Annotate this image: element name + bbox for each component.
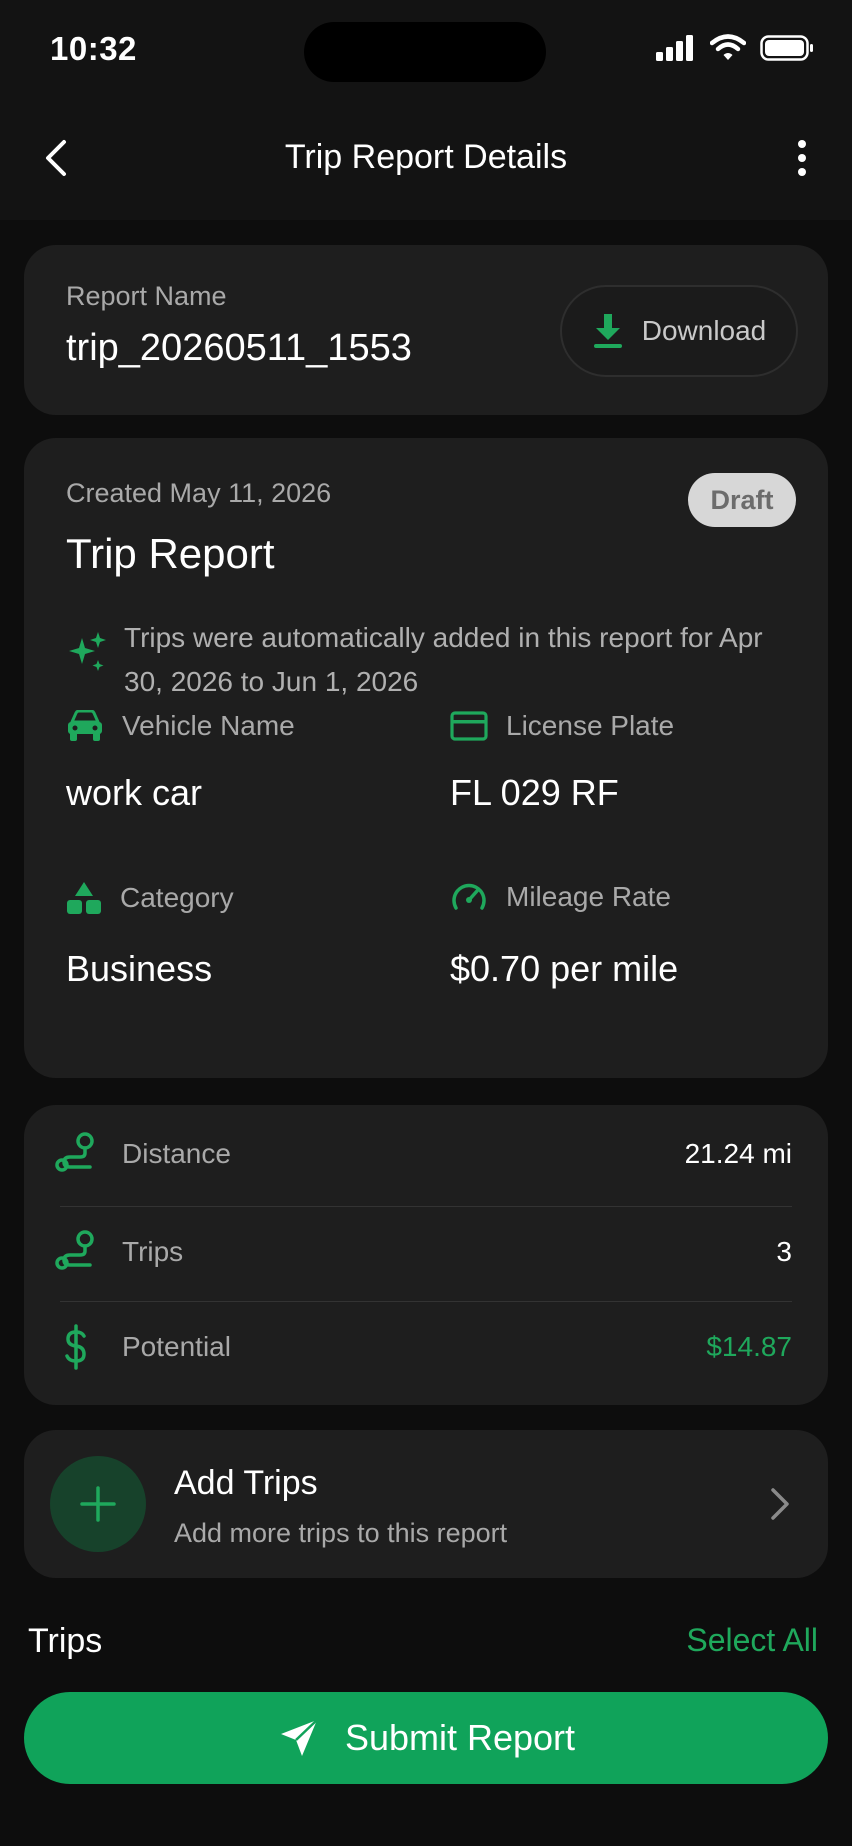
license-plate-value: FL 029 RF [450, 772, 619, 813]
send-icon [280, 1719, 318, 1756]
download-button[interactable]: Download [560, 285, 798, 377]
app-header: Trip Report Details [0, 100, 852, 220]
submit-report-label: Submit Report [344, 1717, 576, 1758]
potential-label: Potential [122, 1331, 231, 1362]
plus-icon [80, 1486, 116, 1522]
category-label-group: Category [66, 880, 234, 916]
speedometer-icon [452, 883, 486, 910]
distance-label: Distance [122, 1138, 231, 1169]
route-icon [55, 1230, 94, 1270]
sparkles-icon [69, 632, 106, 671]
trips-count-label: Trips [122, 1236, 184, 1267]
mileage-rate-label-group: Mileage Rate [450, 880, 671, 914]
status-icons [656, 34, 814, 62]
report-name-value: trip_20260511_1553 [66, 327, 412, 369]
mileage-rate-value: $0.70 per mile [450, 948, 679, 989]
report-title: Trip Report [66, 530, 275, 577]
potential-row: Potential $14.87 [54, 1302, 792, 1392]
submit-report-button[interactable]: Submit Report [24, 1692, 828, 1784]
summary-card: Distance 21.24 mi Trips 3 Potential $14.… [24, 1105, 828, 1405]
add-circle [50, 1456, 146, 1552]
created-date: Created May 11, 2026 [66, 478, 332, 508]
vehicle-name-label: Vehicle Name [122, 710, 295, 741]
auto-added-note: Trips were automatically added in this r… [124, 622, 763, 697]
dynamic-island [304, 22, 546, 82]
category-shapes-icon [67, 882, 101, 914]
battery-icon [760, 35, 813, 61]
cellular-signal-icon [656, 35, 693, 61]
select-all-link[interactable]: Select All [686, 1622, 818, 1659]
trips-section-title: Trips [28, 1622, 103, 1660]
status-time: 10:32 [50, 30, 137, 67]
add-trips-button[interactable]: Add Trips Add more trips to this report [24, 1430, 828, 1578]
distance-row: Distance 21.24 mi [54, 1109, 792, 1199]
wifi-icon [710, 34, 746, 60]
potential-value: $14.87 [706, 1331, 792, 1362]
add-trips-title: Add Trips [174, 1464, 318, 1502]
trips-count-value: 3 [776, 1236, 792, 1267]
add-trips-subtitle: Add more trips to this report [174, 1518, 508, 1548]
download-label: Download [641, 315, 767, 346]
status-bar: 10:32 [0, 0, 852, 100]
license-plate-label: License Plate [506, 710, 675, 741]
dollar-icon [65, 1324, 86, 1370]
mileage-rate-label: Mileage Rate [506, 881, 671, 912]
license-plate-label-group: License Plate [450, 710, 674, 742]
license-plate-icon [450, 711, 488, 741]
car-icon [68, 710, 102, 741]
more-options-icon[interactable] [782, 134, 822, 182]
route-icon [55, 1132, 94, 1172]
distance-value: 21.24 mi [684, 1138, 792, 1169]
report-name-label: Report Name [66, 281, 227, 311]
download-icon [593, 314, 622, 348]
category-label: Category [120, 882, 234, 913]
vehicle-name-label-group: Vehicle Name [66, 710, 295, 742]
vehicle-name-value: work car [66, 772, 203, 813]
trips-count-row: Trips 3 [54, 1207, 792, 1297]
page-title: Trip Report Details [284, 138, 568, 176]
chevron-right-icon [771, 1488, 789, 1520]
category-value: Business [66, 948, 213, 989]
report-details-card: Created May 11, 2026 Draft Trip Report T… [24, 438, 828, 1078]
status-badge: Draft [688, 473, 796, 527]
report-name-card: Report Name trip_20260511_1553 Download [24, 245, 828, 415]
